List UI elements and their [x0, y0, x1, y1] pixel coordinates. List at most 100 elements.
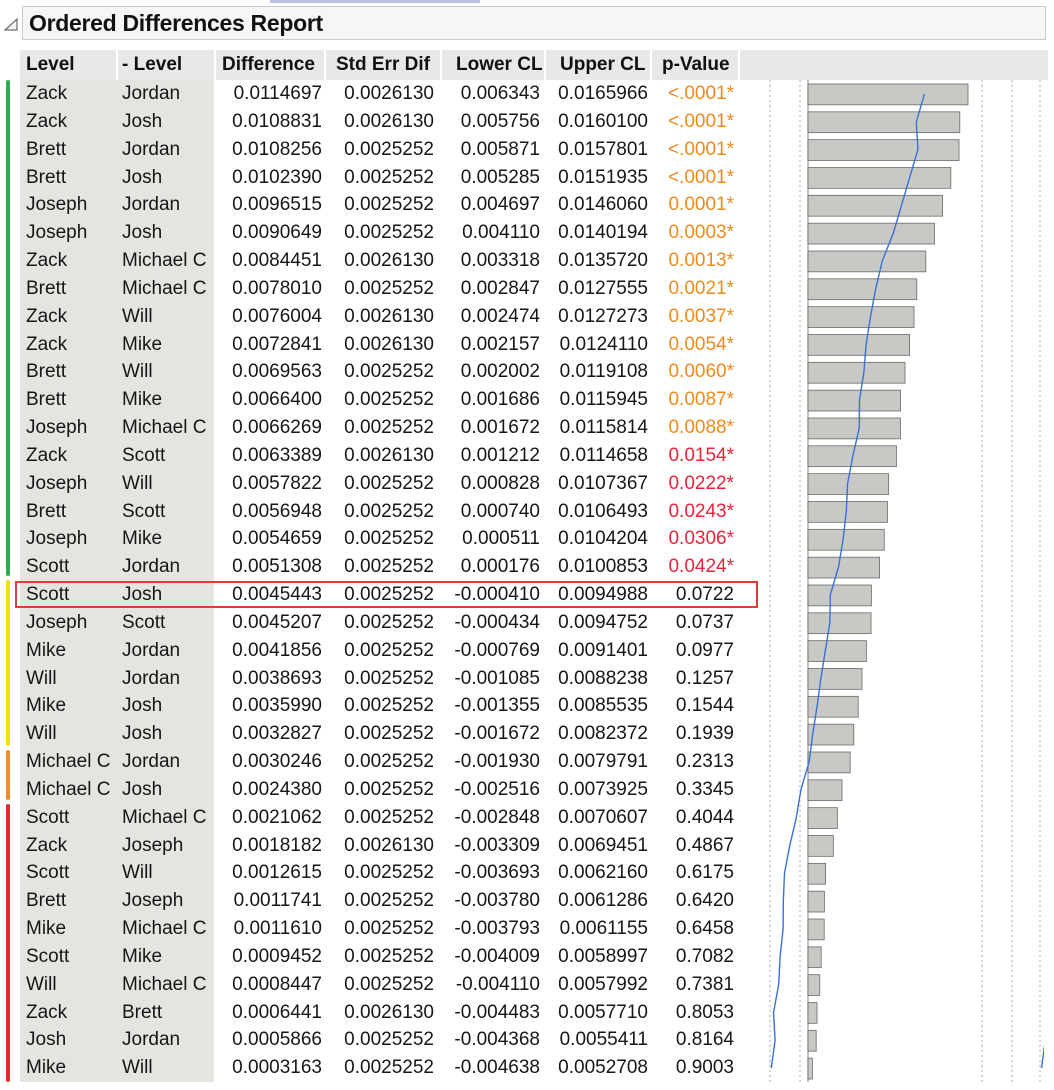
col-header-std-err[interactable]: Std Err Dif — [326, 50, 442, 80]
cell-minus-level: Jordan — [122, 83, 181, 104]
table-row[interactable]: Mike Will 0.0003163 0.0025252 -0.004638 0.005… — [0, 1054, 740, 1082]
cell-lower-cl: -0.001672 — [454, 723, 540, 745]
cell-upper-cl: 0.0115814 — [559, 417, 648, 438]
table-row[interactable]: Joseph Mike 0.0054659 0.0025252 0.000511 0.01… — [0, 525, 740, 553]
difference-bar — [807, 556, 880, 579]
table-row[interactable]: Zack Mike 0.0072841 0.0026130 0.002157 0.0124… — [0, 331, 740, 359]
table-row[interactable]: Michael C Josh 0.0024380 0.0025252 -0.002516… — [0, 776, 740, 804]
cell-minus-level: Josh — [122, 584, 163, 605]
cell-minus-level: Jordan — [122, 138, 181, 160]
cell-level: Joseph — [26, 528, 88, 550]
cell-difference: 0.0011610 — [233, 918, 322, 939]
table-row[interactable]: Joseph Will 0.0057822 0.0025252 0.000828 0.01… — [0, 470, 740, 498]
table-row[interactable]: Zack Brett 0.0006441 0.0026130 -0.004483 0.00… — [0, 999, 740, 1027]
cell-upper-cl: 0.0082372 — [558, 723, 648, 745]
difference-bar — [807, 528, 885, 551]
cell-level: Michael C — [26, 751, 111, 772]
table-row[interactable]: Brett Michael C 0.0078010 0.0025252 0.002847… — [0, 275, 740, 303]
cell-upper-cl: 0.0107367 — [558, 472, 648, 494]
cell-p-value: 0.1257 — [675, 667, 734, 689]
cell-p-value: 0.0087* — [668, 389, 734, 411]
table-row[interactable]: Zack Scott 0.0063389 0.0026130 0.001212 0.011… — [0, 442, 740, 470]
table-row[interactable]: Scott Mike 0.0009452 0.0025252 -0.004009 0.00… — [0, 943, 740, 971]
cell-upper-cl: 0.0055411 — [559, 1029, 648, 1051]
upper-cl-curve — [1040, 1044, 1044, 1069]
table-row[interactable]: Brett Jordan 0.0108256 0.0025252 0.005871 0.0… — [0, 136, 740, 164]
table-row[interactable]: Scott Josh 0.0045443 0.0025252 -0.000410 0.00… — [0, 581, 740, 609]
table-row[interactable]: Joseph Scott 0.0045207 0.0025252 -0.000434 0.… — [0, 609, 740, 637]
cell-difference: 0.0011741 — [233, 890, 322, 912]
cell-std-err: 0.0025252 — [344, 945, 434, 967]
cell-minus-level: Jordan — [122, 751, 181, 772]
table-row[interactable]: Josh Jordan 0.0005866 0.0025252 -0.004368 0.0… — [0, 1026, 740, 1054]
difference-bar — [807, 334, 911, 356]
table-row[interactable]: Zack Will 0.0076004 0.0026130 0.002474 0.0127… — [0, 303, 740, 331]
cell-lower-cl: 0.005871 — [460, 138, 540, 160]
col-header-lower-cl[interactable]: Lower CL — [442, 50, 546, 80]
cell-minus-level: Mike — [122, 389, 163, 411]
cell-p-value: 0.7082 — [675, 945, 734, 967]
cell-minus-level: Josh — [122, 723, 163, 745]
cell-lower-cl: -0.000410 — [454, 584, 540, 605]
table-row[interactable]: Zack Michael C 0.0084451 0.0026130 0.003318 0… — [0, 247, 740, 275]
cell-difference: 0.0035990 — [232, 695, 322, 717]
report-title-bar[interactable]: Ordered Differences Report — [22, 6, 1046, 40]
table-row[interactable]: Joseph Jordan 0.0096515 0.0025252 0.004697 0.… — [0, 191, 740, 219]
cell-lower-cl: 0.002157 — [460, 333, 540, 355]
table-row[interactable]: Joseph Josh 0.0090649 0.0025252 0.004110 0.01… — [0, 219, 740, 247]
cell-p-value: <.0001* — [667, 110, 734, 132]
difference-bar — [807, 1029, 817, 1052]
cell-p-value: 0.0001* — [668, 194, 734, 216]
difference-bar — [807, 167, 952, 189]
difference-bar — [807, 83, 969, 106]
table-row[interactable]: Brett Josh 0.0102390 0.0025252 0.005285 0.015… — [0, 164, 740, 192]
table-row[interactable]: Zack Joseph 0.0018182 0.0026130 -0.003309 0.0… — [0, 832, 740, 860]
cell-level: Mike — [26, 1057, 67, 1079]
cell-upper-cl: 0.0094988 — [558, 584, 648, 605]
cell-upper-cl: 0.0114658 — [559, 444, 648, 466]
table-row[interactable]: Brett Scott 0.0056948 0.0025252 0.000740 0.01… — [0, 498, 740, 526]
table-row[interactable]: Will Josh 0.0032827 0.0025252 -0.001672 0.008… — [0, 720, 740, 748]
cell-difference: 0.0054659 — [232, 528, 322, 550]
table-row[interactable]: Brett Mike 0.0066400 0.0025252 0.001686 0.011… — [0, 386, 740, 414]
cell-level: Will — [26, 667, 57, 689]
cell-upper-cl: 0.0124110 — [559, 333, 648, 355]
cell-minus-level: Jordan — [122, 667, 181, 689]
cell-difference: 0.0006441 — [232, 1001, 322, 1023]
table-row[interactable]: Zack Jordan 0.0114697 0.0026130 0.006343 0.01… — [0, 80, 740, 108]
col-header-upper-cl[interactable]: Upper CL — [546, 50, 652, 80]
cell-level: Zack — [26, 333, 68, 355]
cell-difference: 0.0009452 — [232, 945, 322, 967]
table-row[interactable]: Mike Michael C 0.0011610 0.0025252 -0.003793… — [0, 915, 740, 943]
col-header-minus-level[interactable]: - Level — [118, 50, 216, 80]
table-row[interactable]: Brett Will 0.0069563 0.0025252 0.002002 0.011… — [0, 358, 740, 386]
table-row[interactable]: Mike Jordan 0.0041856 0.0025252 -0.000769 0.0… — [0, 637, 740, 665]
cell-minus-level: Brett — [122, 1001, 163, 1023]
table-row[interactable]: Scott Will 0.0012615 0.0025252 -0.003693 0.00… — [0, 859, 740, 887]
cell-p-value: <.0001* — [667, 83, 734, 104]
disclosure-triangle-icon[interactable] — [4, 18, 18, 32]
cell-minus-level: Jordan — [122, 639, 181, 661]
cell-std-err: 0.0025252 — [344, 1057, 434, 1079]
col-header-difference[interactable]: Difference — [216, 50, 326, 80]
cell-upper-cl: 0.0062160 — [558, 862, 648, 884]
cell-lower-cl: -0.000769 — [454, 639, 540, 661]
cell-std-err: 0.0025252 — [344, 389, 434, 411]
cell-lower-cl: 0.002847 — [460, 277, 540, 299]
col-header-level[interactable]: Level — [20, 50, 118, 80]
difference-bar — [807, 389, 902, 412]
table-row[interactable]: Will Michael C 0.0008447 0.0025252 -0.004110… — [0, 971, 740, 999]
difference-bar — [807, 501, 888, 523]
table-row[interactable]: Scott Michael C 0.0021062 0.0025252 -0.00284… — [0, 804, 740, 832]
table-row[interactable]: Michael C Jordan 0.0030246 0.0025252 -0.0019… — [0, 748, 740, 776]
col-header-p-value[interactable]: p-Value — [652, 50, 740, 80]
cell-std-err: 0.0025252 — [344, 472, 434, 494]
table-row[interactable]: Brett Joseph 0.0011741 0.0025252 -0.003780 0.… — [0, 887, 740, 915]
table-row[interactable]: Joseph Michael C 0.0066269 0.0025252 0.00167… — [0, 414, 740, 442]
cell-difference: 0.0051308 — [232, 556, 322, 578]
table-row[interactable]: Zack Josh 0.0108831 0.0026130 0.005756 0.0160… — [0, 108, 740, 136]
table-row[interactable]: Mike Josh 0.0035990 0.0025252 -0.001355 0.008… — [0, 692, 740, 720]
table-row[interactable]: Will Jordan 0.0038693 0.0025252 -0.001085 0.0… — [0, 665, 740, 693]
table-row[interactable]: Scott Jordan 0.0051308 0.0025252 0.000176 0.0… — [0, 553, 740, 581]
cell-difference: 0.0102390 — [232, 166, 322, 188]
